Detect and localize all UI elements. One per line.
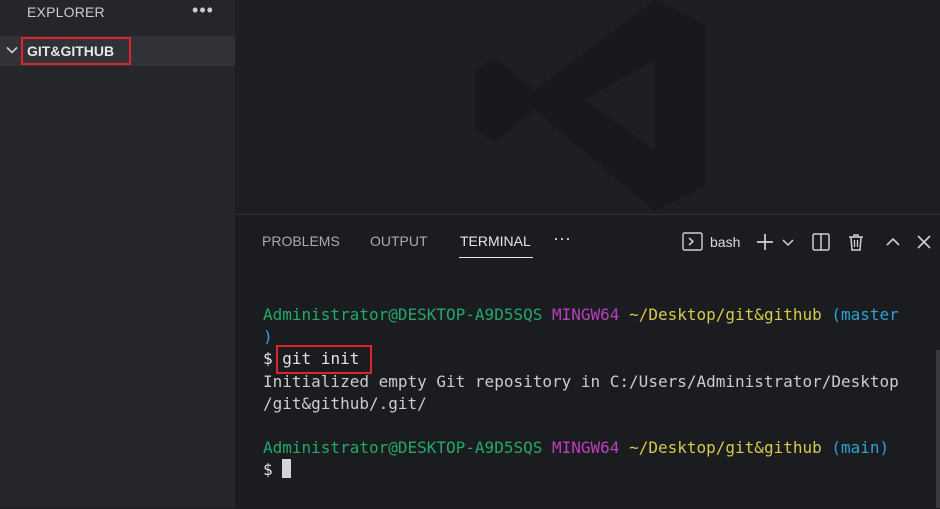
terminal-output-line: /git&github/.git/ (263, 394, 427, 413)
vscode-logo-icon (475, 0, 705, 212)
prompt-branch: (master (831, 305, 899, 324)
prompt-path: ~/Desktop/git&github (629, 438, 822, 457)
prompt-user: Administrator@DESKTOP-A9D5SQS (263, 438, 543, 457)
tab-terminal[interactable]: TERMINAL (460, 233, 531, 249)
prompt-branch-close: ) (263, 327, 273, 346)
terminal-input-line[interactable]: $ (263, 459, 292, 481)
tab-problems[interactable]: PROBLEMS (262, 233, 340, 249)
more-tabs-icon[interactable]: ⋯ (553, 229, 572, 250)
highlight-box-command (276, 345, 372, 374)
prompt-system: MINGW64 (552, 438, 620, 457)
prompt-user: Administrator@DESKTOP-A9D5SQS (263, 305, 543, 324)
explorer-sidebar: EXPLORER ••• GIT&GITHUB (0, 0, 235, 508)
trash-icon[interactable] (846, 232, 866, 252)
prompt-dollar: $ (263, 349, 273, 368)
tab-output[interactable]: OUTPUT (370, 233, 428, 249)
split-terminal-icon[interactable] (811, 232, 831, 252)
ellipsis-icon[interactable]: ••• (191, 0, 215, 22)
terminal-output-line: Initialized empty Git repository in C:/U… (263, 372, 899, 391)
close-icon[interactable] (915, 232, 933, 252)
editor-area (235, 0, 940, 214)
highlight-box-folder (21, 37, 131, 65)
prompt-path: ~/Desktop/git&github (629, 305, 822, 324)
prompt-dollar: $ (263, 460, 273, 479)
chevron-down-icon[interactable] (781, 232, 795, 252)
explorer-header: EXPLORER ••• (0, 0, 235, 26)
prompt-system: MINGW64 (552, 305, 620, 324)
terminal-prompt-line: Administrator@DESKTOP-A9D5SQS MINGW64 ~/… (263, 437, 889, 459)
terminal-scrollbar[interactable] (936, 350, 940, 508)
plus-icon[interactable] (755, 232, 775, 252)
prompt-branch: (main) (831, 438, 890, 457)
chevron-up-icon[interactable] (884, 232, 902, 252)
shell-label[interactable]: bash (710, 234, 740, 250)
chevron-down-icon (6, 46, 18, 54)
terminal-cursor (282, 459, 292, 478)
terminal-icon[interactable] (682, 232, 704, 252)
terminal-prompt-line: Administrator@DESKTOP-A9D5SQS MINGW64 ~/… (263, 304, 899, 326)
explorer-title: EXPLORER (27, 4, 105, 20)
active-tab-indicator (459, 257, 533, 258)
terminal-prompt-wrap: ) (263, 326, 273, 348)
